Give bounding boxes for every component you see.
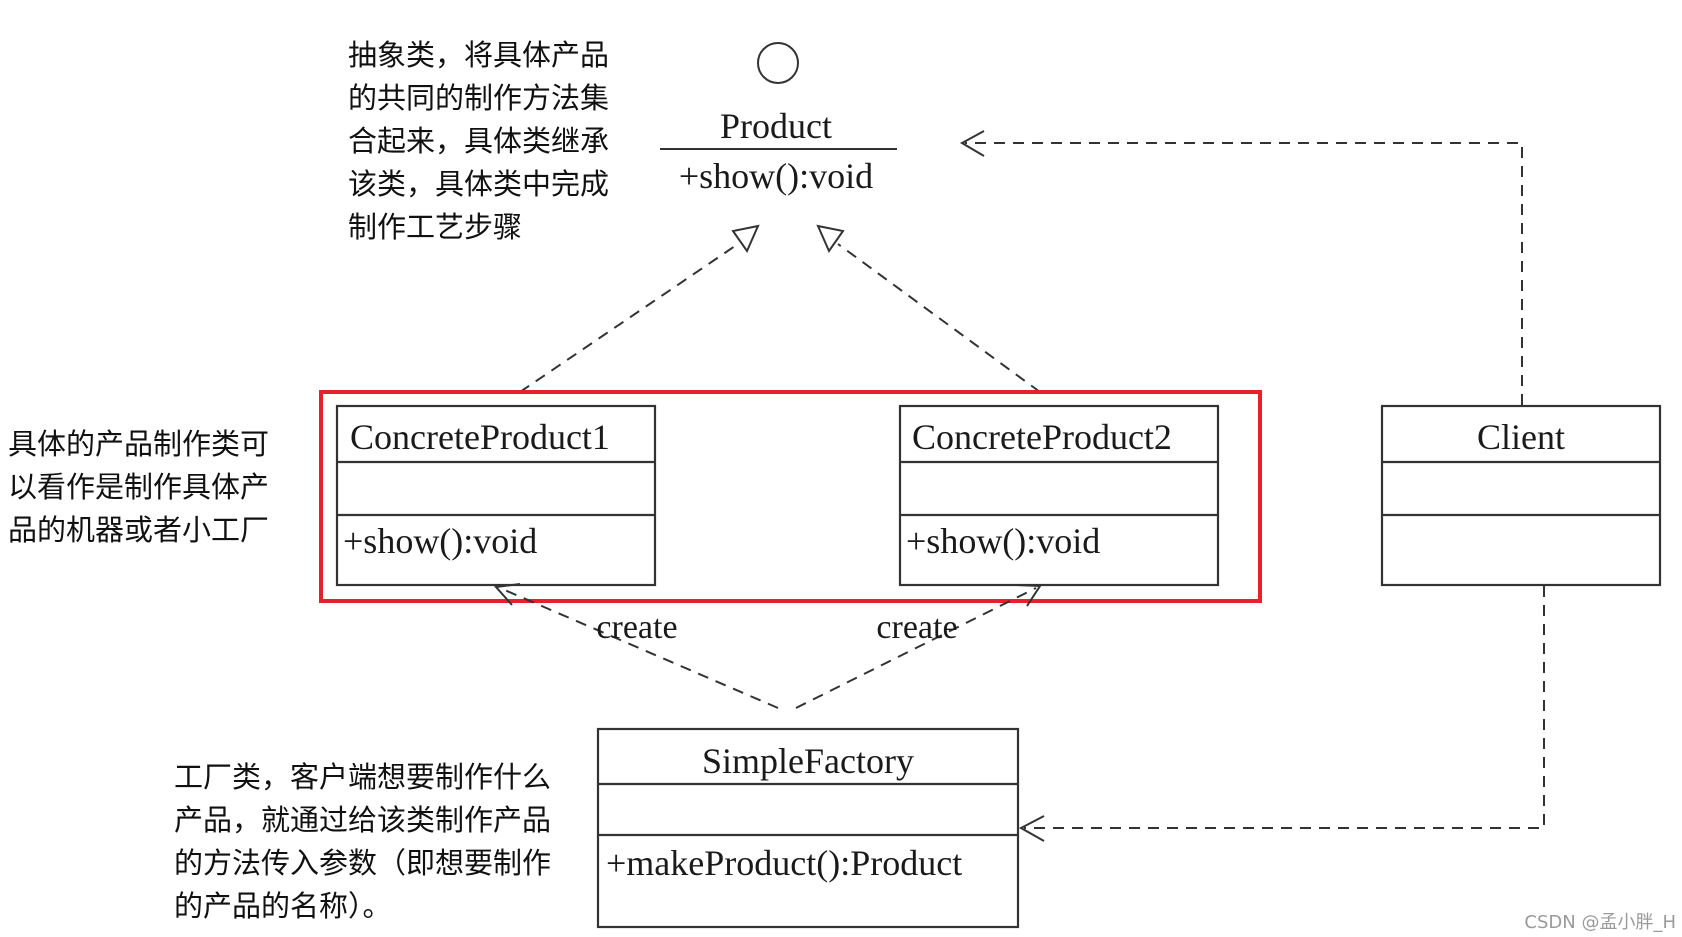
simple-factory-method: +makeProduct():Product [606, 843, 962, 883]
realization-triangle-1 [731, 224, 760, 254]
note-line: 抽象类，将具体产品 [348, 38, 609, 72]
note-line: 以看作是制作具体产 [8, 470, 269, 504]
concrete-product-2-class[interactable]: ConcreteProduct2 +show():void [898, 404, 1220, 587]
note-line: 的方法传入参数（即想要制作 [174, 846, 551, 880]
uml-diagram: Product +show():void ConcreteProduct1 +s… [8, 38, 1676, 933]
simple-factory-name: SimpleFactory [702, 741, 914, 781]
product-class-name: Product [720, 106, 832, 146]
simple-factory-class[interactable]: SimpleFactory +makeProduct():Product [596, 727, 1020, 929]
concrete-product-1-class[interactable]: ConcreteProduct1 +show():void [335, 404, 657, 587]
create-label-1: create [596, 609, 677, 646]
client-to-product-dependency [965, 142, 1523, 405]
product-note: 抽象类，将具体产品 的共同的制作方法集 合起来，具体类继承 该类，具体类中完成 … [348, 38, 609, 244]
client-to-factory-dependency [1024, 586, 1545, 829]
product-method: +show():void [679, 156, 873, 196]
concrete-products-note: 具体的产品制作类可 以看作是制作具体产 品的机器或者小工厂 [8, 427, 269, 547]
client-name: Client [1477, 417, 1565, 457]
create-line-1 [499, 587, 779, 709]
note-line: 合起来，具体类继承 [348, 124, 609, 158]
realization-line-2 [837, 243, 1041, 393]
factory-note: 工厂类，客户端想要制作什么 产品，就通过给该类制作产品 的方法传入参数（即想要制… [174, 760, 551, 923]
concrete-product-2-name: ConcreteProduct2 [912, 417, 1172, 457]
realization-triangle-2 [816, 224, 845, 254]
realization-line-1 [519, 243, 739, 393]
watermark: CSDN @孟小胖_H [1524, 912, 1676, 933]
concrete-product-2-method: +show():void [906, 521, 1100, 561]
note-line: 产品，就通过给该类制作产品 [174, 803, 551, 837]
note-line: 制作工艺步骤 [348, 210, 522, 244]
create-line-2 [795, 587, 1037, 709]
note-line: 工厂类，客户端想要制作什么 [174, 760, 551, 794]
note-line: 品的机器或者小工厂 [8, 513, 269, 547]
concrete-product-1-name: ConcreteProduct1 [350, 417, 610, 457]
product-class[interactable]: Product +show():void [660, 42, 897, 196]
concrete-product-1-method: +show():void [343, 521, 537, 561]
note-line: 的产品的名称）。 [174, 889, 392, 923]
create-label-2: create [876, 609, 957, 646]
note-line: 该类，具体类中完成 [348, 167, 609, 201]
client-class[interactable]: Client [1380, 404, 1662, 587]
note-line: 的共同的制作方法集 [348, 81, 609, 115]
note-line: 具体的产品制作类可 [8, 427, 269, 461]
interface-circle-icon [757, 42, 799, 84]
